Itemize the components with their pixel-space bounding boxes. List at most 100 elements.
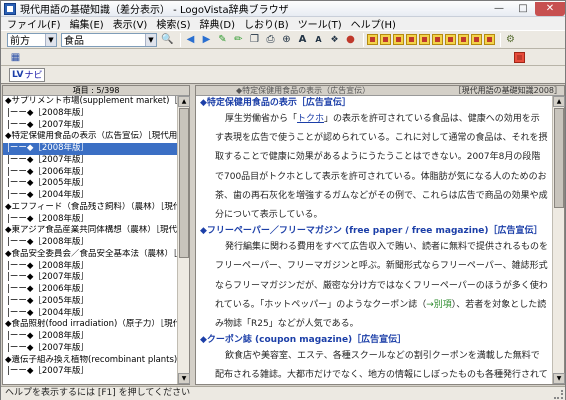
article-content: ◆特定保健用食品の表示［広告宣伝］ 厚生労働省から「トクホ」の表示を許可されている… xyxy=(196,96,552,384)
list-item-edition[interactable]: |ーー◆［2004年版］ xyxy=(3,190,177,202)
app-window: 現代用語の基礎知識（差分表示） - LogoVista辞典ブラウザ — □ ✕ … xyxy=(0,0,566,400)
dictionary-button-icon[interactable] xyxy=(406,34,417,45)
navi-label: ナビ xyxy=(24,71,43,81)
pen-icon[interactable]: ✏ xyxy=(232,33,245,46)
maximize-button[interactable]: □ xyxy=(511,2,535,16)
entry-link[interactable]: トクホ xyxy=(297,114,324,124)
search-query-value: 食品 xyxy=(64,36,84,47)
list-item-edition[interactable]: |ーー◆［2007年版］ xyxy=(3,343,177,355)
dictionary-button-icon[interactable] xyxy=(419,34,430,45)
entry-text: 厚生労働省から「 xyxy=(225,114,298,124)
back-icon[interactable]: ◀ xyxy=(184,33,197,46)
menu-bookmark[interactable]: しおり(B) xyxy=(241,16,295,31)
menu-help[interactable]: ヘルプ(H) xyxy=(348,16,402,31)
scroll-down-icon[interactable]: ▼ xyxy=(553,373,565,384)
list-item-edition[interactable]: |ーー◆［2005年版］ xyxy=(3,178,177,190)
list-item-entry[interactable]: ◆食品照射(food irradiation)（原子力）［現代用語の xyxy=(3,319,177,331)
list-item-edition[interactable]: |ーー◆［2004年版］ xyxy=(3,308,177,320)
copy-icon[interactable]: ❐ xyxy=(248,33,261,46)
result-list: ◆サプリメント市場(supplement market)［マーケテ|ーー◆［20… xyxy=(3,96,177,384)
result-list-pane: 項目 : 5/398 ◆サプリメント市場(supplement market)［… xyxy=(2,85,190,385)
app-icon xyxy=(4,2,16,15)
chevron-down-icon[interactable]: ▼ xyxy=(145,33,156,46)
dictionary-button-icon[interactable] xyxy=(445,34,456,45)
list-item-entry[interactable]: ◆食品安全委員会／食品安全基本法（農林）［現代 xyxy=(3,249,177,261)
main-toolbar: 前方 ▼ 食品 ▼ 🔍 ◀ ▶ ✎ ✏ ❐ ⎙ ⊕ A A ❖ ● ⚙ xyxy=(1,30,565,49)
left-scrollbar[interactable]: ▲ ▼ xyxy=(177,96,190,384)
list-item-entry[interactable]: ◆遺伝子組み換え植物(recombinant plants)［遺伝子 xyxy=(3,355,177,367)
content-pane: ◆特定保健用食品の表示（広告宣伝） ［現代用語の基礎知識2008］ ◆特定保健用… xyxy=(195,85,565,385)
stop-icon[interactable]: ● xyxy=(344,33,357,46)
menu-tools[interactable]: ツール(T) xyxy=(295,16,348,31)
ruby-icon[interactable]: ❖ xyxy=(328,33,341,46)
font-smaller-icon[interactable]: A xyxy=(312,33,325,46)
menu-dictionary[interactable]: 辞典(D) xyxy=(197,16,242,31)
content-header: ◆特定保健用食品の表示（広告宣伝） ［現代用語の基礎知識2008］ xyxy=(196,86,564,96)
dictionary-button-icon[interactable] xyxy=(380,34,391,45)
list-item-entry[interactable]: ◆特定保健用食品の表示（広告宣伝）［現代用語の基 xyxy=(3,131,177,143)
list-item-edition[interactable]: |ーー◆［2008年版］ xyxy=(3,331,177,343)
settings-icon[interactable]: ⚙ xyxy=(504,33,517,46)
close-button[interactable]: ✕ xyxy=(535,1,565,16)
entry-text: 」の表示を許可されている食品は、健康への効用を示す表現を広告で使うことが認められ… xyxy=(215,114,548,221)
search-mode-value: 前方 xyxy=(10,36,30,47)
toolbar-separator xyxy=(180,32,181,47)
list-item-edition[interactable]: |ーー◆［2007年版］ xyxy=(3,366,177,378)
search-mode-select[interactable]: 前方 ▼ xyxy=(7,32,57,47)
font-larger-icon[interactable]: A xyxy=(296,33,309,46)
cross-reference-link[interactable]: →別項 xyxy=(426,300,452,310)
entry-title: ◆特定保健用食品の表示［広告宣伝］ xyxy=(200,98,351,108)
layout-icon[interactable]: ▦ xyxy=(9,51,22,64)
navi-button[interactable]: LV ナビ xyxy=(9,67,46,82)
list-item-edition[interactable]: |ーー◆［2006年版］ xyxy=(3,167,177,179)
dictionary-button-icon[interactable] xyxy=(432,34,443,45)
scroll-down-icon[interactable]: ▼ xyxy=(178,373,190,384)
dictionary-button-icon[interactable] xyxy=(471,34,482,45)
dictionary-extra-icon[interactable] xyxy=(514,51,525,63)
print-icon[interactable]: ⎙ xyxy=(264,33,277,46)
scroll-up-icon[interactable]: ▲ xyxy=(553,96,565,107)
entry-title: ◆フリーペーパー／フリーマガジン (free paper / free maga… xyxy=(200,226,543,237)
list-item-edition[interactable]: |ーー◆［2007年版］ xyxy=(3,120,177,132)
dictionary-button-icon[interactable] xyxy=(484,34,495,45)
menu-file[interactable]: ファイル(F) xyxy=(4,16,67,31)
list-item-entry[interactable]: ◆エフフィード（食品残さ飼料）（農林）［現代用 xyxy=(3,202,177,214)
list-item-edition[interactable]: |ーー◆［2008年版］ xyxy=(3,143,177,155)
scroll-thumb[interactable] xyxy=(554,108,564,208)
zoom-icon[interactable]: ⊕ xyxy=(280,33,293,46)
chevron-down-icon[interactable]: ▼ xyxy=(45,33,56,46)
binoculars-icon[interactable]: 🔍 xyxy=(161,33,174,46)
entry-body: 飲食店や美容室、エステ、各種スクールなどの割引クーポンを満載した無料で配布される… xyxy=(200,347,548,384)
window-title: 現代用語の基礎知識（差分表示） - LogoVista辞典ブラウザ xyxy=(20,5,289,16)
title-bar[interactable]: 現代用語の基礎知識（差分表示） - LogoVista辞典ブラウザ — □ ✕ xyxy=(1,1,565,17)
list-item-edition[interactable]: |ーー◆［2008年版］ xyxy=(3,237,177,249)
list-item-edition[interactable]: |ーー◆［2008年版］ xyxy=(3,214,177,226)
pencil-icon[interactable]: ✎ xyxy=(216,33,229,46)
right-scrollbar[interactable]: ▲ ▼ xyxy=(552,96,565,384)
list-item-entry[interactable]: ◆サプリメント市場(supplement market)［マーケテ xyxy=(3,96,177,108)
list-item-edition[interactable]: |ーー◆［2006年版］ xyxy=(3,284,177,296)
status-text: ヘルプを表示するには [F1] を押してください xyxy=(5,388,191,398)
toolbar-separator xyxy=(363,32,364,47)
menu-search[interactable]: 検索(S) xyxy=(153,16,196,31)
list-item-edition[interactable]: |ーー◆［2007年版］ xyxy=(3,155,177,167)
resize-grip[interactable] xyxy=(554,390,563,399)
scroll-thumb[interactable] xyxy=(179,108,189,258)
dictionary-button-icon[interactable] xyxy=(458,34,469,45)
minimize-button[interactable]: — xyxy=(487,2,511,16)
toolbar-separator xyxy=(500,32,501,47)
search-input[interactable]: 食品 ▼ xyxy=(61,32,157,47)
entry-body: 厚生労働省から「トクホ」の表示を許可されている食品は、健康への効用を示す表現を広… xyxy=(200,110,548,225)
scroll-up-icon[interactable]: ▲ xyxy=(178,96,190,107)
forward-icon[interactable]: ▶ xyxy=(200,33,213,46)
list-item-entry[interactable]: ◆東アジア食品産業共同体構想（農林）［現代用語の xyxy=(3,225,177,237)
list-item-edition[interactable]: |ーー◆［2008年版］ xyxy=(3,261,177,273)
list-item-edition[interactable]: |ーー◆［2008年版］ xyxy=(3,108,177,120)
menu-edit[interactable]: 編集(E) xyxy=(67,16,110,31)
dictionary-button-icon[interactable] xyxy=(393,34,404,45)
content-header-source: ［現代用語の基礎知識2008］ xyxy=(453,86,562,95)
menu-view[interactable]: 表示(V) xyxy=(110,16,154,31)
list-item-edition[interactable]: |ーー◆［2007年版］ xyxy=(3,272,177,284)
dictionary-button-icon[interactable] xyxy=(367,34,378,45)
list-item-edition[interactable]: |ーー◆［2005年版］ xyxy=(3,296,177,308)
